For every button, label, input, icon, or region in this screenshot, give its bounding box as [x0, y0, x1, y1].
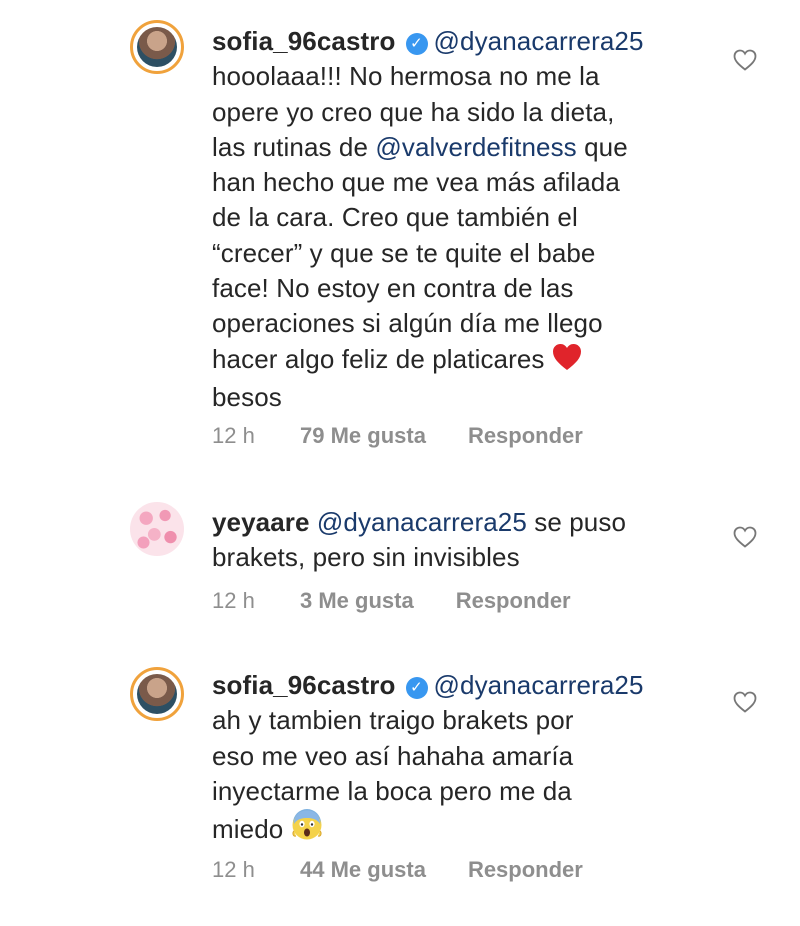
- comment-body: sofia_96castro ✓ @dyanacarrera25 hooolaaa!…: [212, 24, 702, 415]
- comment-text: hacer algo feliz de platicares: [212, 343, 552, 374]
- heart-outline-icon[interactable]: [733, 526, 757, 548]
- mention-link[interactable]: @dyanacarrera25: [434, 26, 644, 56]
- comment-meta: 12 h 3 Me gusta Responder: [212, 588, 571, 614]
- comment-meta: 12 h 44 Me gusta Responder: [212, 857, 583, 883]
- timestamp: 12 h: [212, 423, 255, 448]
- reply-button[interactable]: Responder: [468, 423, 583, 449]
- heart-outline-icon[interactable]: [733, 691, 757, 713]
- comment-body: yeyaare @dyanacarrera25 se puso brakets,…: [212, 505, 702, 576]
- comment-text: ah y tambien traigo brakets por: [212, 705, 574, 736]
- mention-link[interactable]: @valverdefitness: [375, 132, 576, 162]
- username[interactable]: yeyaare: [212, 507, 310, 537]
- verified-badge-icon: ✓: [405, 677, 428, 699]
- comment-text: besos: [212, 381, 282, 412]
- comment-text: se puso: [526, 507, 627, 537]
- likes-count[interactable]: 79 Me gusta: [300, 423, 426, 449]
- comment-body: sofia_96castro ✓ @dyanacarrera25 ah y tamb…: [212, 668, 702, 850]
- heart-outline-icon[interactable]: [733, 49, 757, 71]
- username[interactable]: sofia_96castro: [212, 26, 396, 56]
- comment-text: que: [576, 131, 628, 162]
- comment-text: de la cara. Creo que también el: [212, 202, 578, 233]
- comment-text: las rutinas de: [212, 131, 376, 162]
- avatar[interactable]: [130, 667, 184, 721]
- scream-face-icon: [291, 809, 323, 850]
- comment-text: hooolaaa!!! No hermosa no me la: [212, 61, 600, 92]
- likes-count[interactable]: 44 Me gusta: [300, 857, 426, 883]
- mention-link[interactable]: @dyanacarrera25: [434, 670, 644, 700]
- comment-meta: 12 h 79 Me gusta Responder: [212, 423, 583, 449]
- comment-text: face! No estoy en contra de las: [212, 273, 574, 304]
- comment-text: miedo: [212, 814, 291, 845]
- mention-link[interactable]: @dyanacarrera25: [317, 507, 527, 537]
- comment-text: inyectarme la boca pero me da: [212, 775, 572, 806]
- reply-button[interactable]: Responder: [468, 857, 583, 883]
- red-heart-icon: [552, 343, 582, 380]
- comment-text: han hecho que me vea más afilada: [212, 167, 620, 198]
- avatar[interactable]: [130, 502, 184, 556]
- timestamp: 12 h: [212, 857, 255, 882]
- timestamp: 12 h: [212, 588, 255, 613]
- comment-text: eso me veo así hahaha amaría: [212, 740, 574, 771]
- avatar[interactable]: [130, 20, 184, 74]
- comment-text: opere yo creo que ha sido la dieta,: [212, 96, 615, 127]
- comment-text: “crecer” y que se te quite el babe: [212, 237, 596, 268]
- reply-button[interactable]: Responder: [456, 588, 571, 614]
- likes-count[interactable]: 3 Me gusta: [300, 588, 414, 614]
- verified-badge-icon: ✓: [405, 33, 428, 55]
- comment-text: operaciones si algún día me llego: [212, 308, 603, 339]
- username[interactable]: sofia_96castro: [212, 670, 396, 700]
- comment-text: brakets, pero sin invisibles: [212, 542, 520, 573]
